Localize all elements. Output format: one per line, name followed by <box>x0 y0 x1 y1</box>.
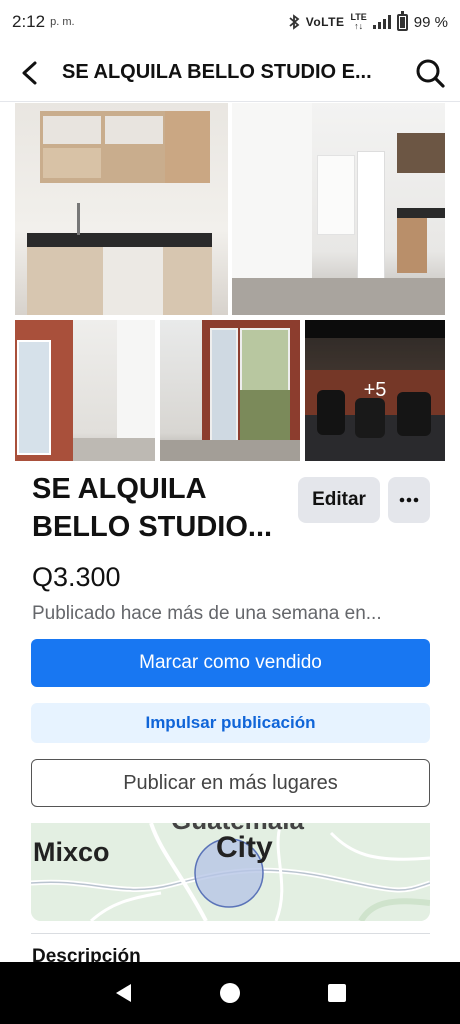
photo-gallery: +5 <box>15 103 445 461</box>
divider <box>31 933 430 934</box>
boost-listing-button[interactable]: Impulsar publicación <box>31 703 430 743</box>
listing-photo-3[interactable] <box>15 320 155 461</box>
lte-indicator: LTE ↑↓ <box>350 12 367 31</box>
nav-home-icon <box>219 983 240 1003</box>
edit-button[interactable]: Editar <box>298 477 380 523</box>
volte-indicator: VoLTE <box>305 15 345 29</box>
mark-sold-button[interactable]: Marcar como vendido <box>31 639 430 687</box>
app-header: SE ALQUILA BELLO STUDIO E... <box>0 44 460 102</box>
more-photos-overlay: +5 <box>305 320 445 461</box>
listing-photo-5[interactable]: +5 <box>305 320 445 461</box>
listing-title: SE ALQUILA BELLO STUDIO... <box>32 473 273 543</box>
location-map[interactable]: Guatemala Mixco City <box>31 823 430 921</box>
listing-price: Q3.300 <box>32 562 121 592</box>
back-button[interactable] <box>0 44 60 102</box>
search-button[interactable] <box>400 44 460 102</box>
page-title: SE ALQUILA BELLO STUDIO E... <box>62 61 372 83</box>
map-label-city: City <box>216 831 273 864</box>
nav-back-icon <box>116 984 132 1002</box>
more-dots-icon <box>399 497 419 503</box>
bluetooth-icon <box>289 14 300 30</box>
publish-more-places-button[interactable]: Publicar en más lugares <box>31 759 430 807</box>
more-photos-count: +5 <box>363 379 387 401</box>
nav-home-button[interactable] <box>210 973 250 1013</box>
status-ampm: p. m. <box>50 16 75 28</box>
status-time: 2:12 <box>12 12 46 31</box>
nav-back-button[interactable] <box>103 973 143 1013</box>
published-info[interactable]: Publicado hace más de una semana en... <box>32 603 430 625</box>
battery-icon <box>396 10 408 31</box>
more-options-button[interactable] <box>388 477 430 523</box>
status-bar: 2:12 p. m. VoLTE LTE ↑↓ 99 % <box>0 0 460 44</box>
listing-photo-1[interactable] <box>15 103 228 315</box>
search-icon <box>416 59 445 88</box>
status-icons: VoLTE LTE ↑↓ 99 % <box>288 10 448 31</box>
back-arrow-icon <box>22 61 37 84</box>
battery-percent: 99 % <box>413 13 448 31</box>
system-nav-bar <box>0 962 460 1024</box>
nav-recents-button[interactable] <box>317 973 357 1013</box>
nav-recents-icon <box>327 984 346 1002</box>
listing-photo-2[interactable] <box>232 103 445 315</box>
map-label-mixco: Mixco <box>33 837 110 867</box>
signal-icon <box>372 15 391 29</box>
listing-photo-4[interactable] <box>160 320 300 461</box>
